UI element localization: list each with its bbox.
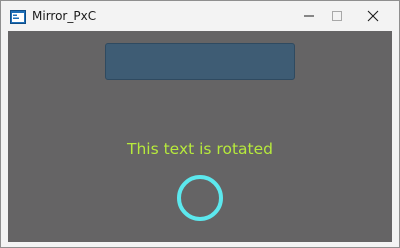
rotated-text-label: This text is rotated [127,140,273,158]
client-area: This text is rotated [8,31,392,242]
app-window: Mirror_PxC This text is rotated [0,0,400,248]
close-button[interactable] [355,1,391,31]
blue-panel [105,43,295,80]
window-title: Mirror_PxC [32,9,97,23]
title-bar[interactable]: Mirror_PxC [1,1,399,31]
maximize-icon [332,11,342,21]
maximize-button[interactable] [319,1,355,31]
close-icon [367,10,379,22]
circle-ring [177,175,223,221]
minimize-icon [304,15,314,17]
app-window-icon [10,9,26,24]
